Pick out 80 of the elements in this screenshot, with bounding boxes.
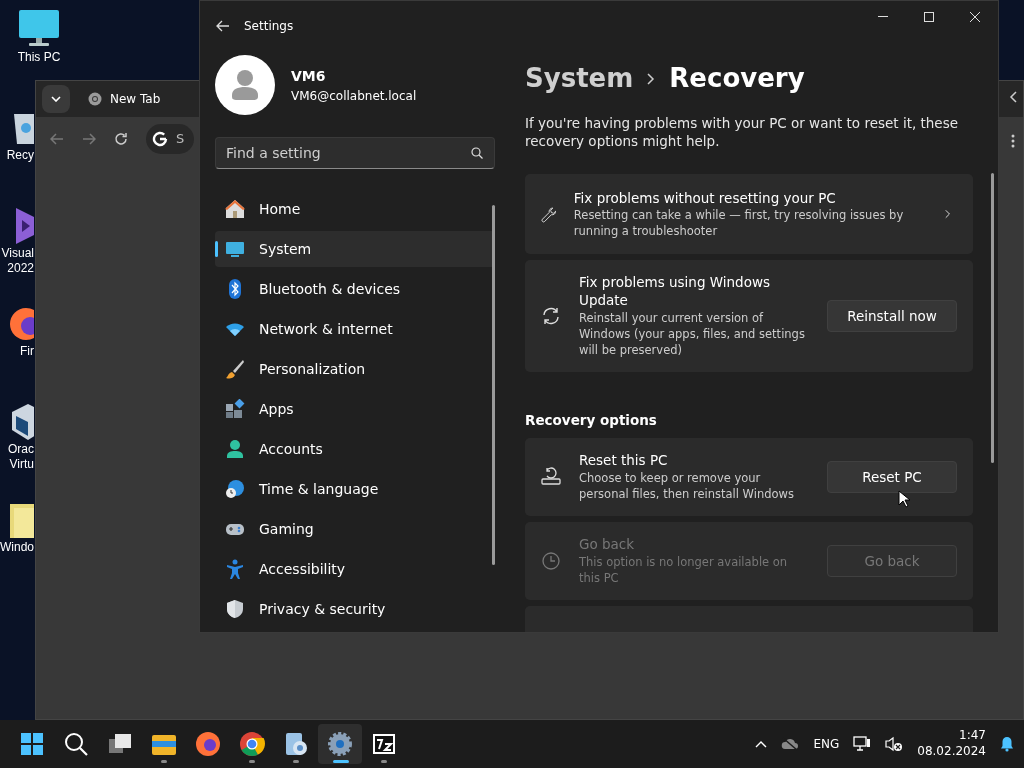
breadcrumb-link[interactable]: System xyxy=(525,59,634,98)
language-indicator[interactable]: ENG xyxy=(813,735,840,753)
search-icon xyxy=(62,730,90,758)
apps-icon xyxy=(225,399,245,419)
nav-item[interactable]: Personalization xyxy=(215,351,495,387)
firefox-icon xyxy=(194,730,222,758)
reset-icon xyxy=(541,467,561,488)
start-icon xyxy=(18,730,46,758)
taskbar-button[interactable] xyxy=(318,724,362,764)
card-description: Reinstall your current version of Windows (your apps, files, and settings will be preserved) xyxy=(579,309,806,358)
globe-clock-icon xyxy=(225,479,245,499)
network-icon[interactable] xyxy=(853,736,872,752)
person-icon xyxy=(225,439,245,459)
more-icon[interactable] xyxy=(1011,134,1015,148)
maximize-icon[interactable] xyxy=(924,12,934,22)
address-bar[interactable]: S xyxy=(146,124,194,154)
reload-icon[interactable] xyxy=(114,132,128,146)
desktop-icon-label[interactable]: Visual 2022 xyxy=(0,246,34,276)
person-icon xyxy=(230,69,260,101)
cloud-off-icon[interactable] xyxy=(781,737,800,751)
card-description: This option is no longer available on this PC xyxy=(579,553,789,586)
nav-item[interactable]: Accounts xyxy=(215,431,495,467)
chevron-right-icon xyxy=(647,72,656,85)
page-title: Recovery xyxy=(669,62,805,95)
chrome-icon xyxy=(88,92,102,106)
nav-item[interactable]: Time & language xyxy=(215,471,495,507)
bell-icon[interactable] xyxy=(1000,736,1014,752)
avatar[interactable] xyxy=(215,55,275,115)
nav-item[interactable]: Bluetooth & devices xyxy=(215,271,495,307)
browser-tab[interactable]: New Tab xyxy=(78,84,171,114)
search-icon xyxy=(471,147,483,159)
action-button[interactable]: Reinstall now xyxy=(827,300,957,333)
chevron-right-icon xyxy=(945,208,951,221)
user-email: VM6@collabnet.local xyxy=(291,87,417,105)
minimize-icon[interactable] xyxy=(878,16,888,18)
forward-icon[interactable] xyxy=(82,133,96,145)
chevron-down-icon xyxy=(51,96,61,102)
home-icon xyxy=(225,199,245,219)
close-icon[interactable] xyxy=(970,12,980,22)
chrome-icon xyxy=(238,730,266,758)
section-heading: Recovery options xyxy=(525,410,658,430)
action-button[interactable]: Reset PC xyxy=(827,461,957,494)
desktop-icon-label[interactable]: Windo xyxy=(0,540,34,555)
card-description: Choose to keep or remove your personal files, then reinstall Windows xyxy=(579,469,795,502)
window-title: Settings xyxy=(244,18,294,35)
tab-list-button[interactable] xyxy=(42,85,70,113)
wrench-icon xyxy=(541,204,556,225)
monitor-icon xyxy=(225,239,245,259)
cursor-icon xyxy=(898,490,910,508)
desktop-icon-label[interactable]: Recy xyxy=(0,148,34,163)
history-icon xyxy=(541,551,561,572)
nav-item[interactable]: Privacy & security xyxy=(215,591,495,627)
chevron-up-icon[interactable] xyxy=(755,740,768,748)
card-description: Resetting can take a while — first, try resolving issues by running a troubleshooter xyxy=(573,207,905,240)
card-title: Reset this PC xyxy=(579,452,669,470)
nav-item[interactable]: Home xyxy=(215,191,495,227)
desktop-icon-label[interactable]: Fir xyxy=(0,344,34,359)
nav-item[interactable]: Gaming xyxy=(215,511,495,547)
intro-text: If you're having problems with your PC or want to reset it, these recovery options might help. xyxy=(525,114,959,151)
card-title: Go back xyxy=(579,536,636,554)
search-field[interactable]: Find a setting xyxy=(215,137,495,169)
card-title: Fix problems using Windows Update xyxy=(579,274,772,310)
card-title: Fix problems without resetting your PC xyxy=(573,189,837,208)
gear-icon xyxy=(326,730,354,758)
clock[interactable]: 1:47 08.02.2024 xyxy=(917,728,986,760)
nav-item[interactable]: Apps xyxy=(215,391,495,427)
desktop-icon-label[interactable]: This PC xyxy=(17,50,61,65)
shield-icon xyxy=(225,599,245,619)
nav-item[interactable]: Network & internet xyxy=(215,311,495,347)
chevron-left-icon[interactable] xyxy=(1009,91,1017,103)
nav-item[interactable]: System xyxy=(215,231,495,267)
speaker-muted-icon[interactable] xyxy=(885,736,904,752)
accessibility-icon xyxy=(225,559,245,579)
brush-icon xyxy=(225,359,245,379)
user-name: VM6 xyxy=(291,66,327,86)
settings-card[interactable]: Fix problems without resetting your PC Resetting can take a while — first, try resolving issues by running a troubleshooter xyxy=(525,174,973,255)
google-icon xyxy=(152,131,168,147)
desktop-icon-label[interactable]: Orac Virtu xyxy=(0,442,34,472)
sync-icon xyxy=(541,306,561,327)
nav-item[interactable]: Accessibility xyxy=(215,551,495,587)
